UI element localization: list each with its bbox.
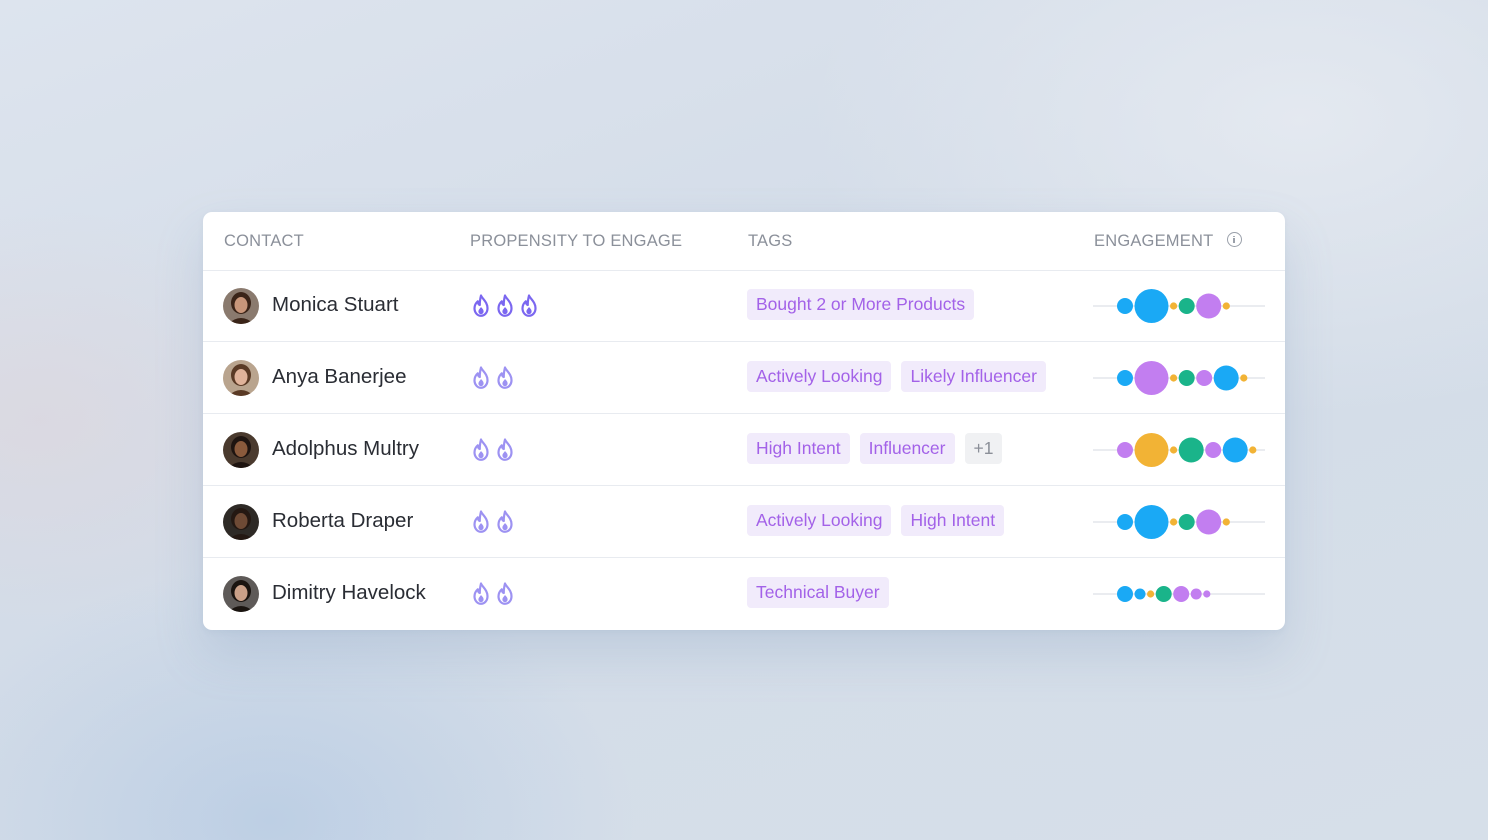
- engagement-bubble: [1196, 293, 1222, 319]
- engagement-bubble: [1117, 370, 1133, 386]
- tag-chip[interactable]: Technical Buyer: [747, 577, 889, 608]
- engagement-bubble: [1178, 437, 1204, 463]
- contact-name[interactable]: Roberta Draper: [272, 509, 413, 533]
- table-row[interactable]: Dimitry Havelock Technical Buyer: [203, 558, 1285, 630]
- engagement-bubble: [1203, 590, 1211, 598]
- tag-chip[interactable]: High Intent: [747, 433, 850, 464]
- engagement-bubble: [1134, 289, 1169, 323]
- engagement-bubble: [1178, 514, 1195, 530]
- engagement-bubble: [1178, 370, 1195, 386]
- contact-name[interactable]: Monica Stuart: [272, 293, 398, 317]
- flame-icon: [472, 366, 490, 390]
- engagement-bubble: [1190, 588, 1202, 600]
- tag-list: Bought 2 or More Products: [747, 289, 975, 321]
- column-header-contact[interactable]: CONTACT: [224, 232, 304, 251]
- engagement-bubble: [1170, 374, 1178, 382]
- tag-list: Actively Looking Likely Influencer: [747, 361, 1046, 393]
- flame-icon: [496, 366, 514, 390]
- tag-chip[interactable]: Actively Looking: [747, 361, 892, 392]
- engagement-timeline[interactable]: [1093, 432, 1265, 468]
- flame-icon: [496, 294, 514, 318]
- tag-list: Technical Buyer: [747, 577, 889, 609]
- flame-icon: [472, 294, 490, 318]
- engagement-timeline[interactable]: [1093, 504, 1265, 540]
- engagement-timeline[interactable]: [1093, 360, 1265, 396]
- engagement-bubble: [1178, 298, 1195, 314]
- engagement-bubble: [1196, 509, 1222, 535]
- table-header: CONTACT PROPENSITY TO ENGAGE TAGS ENGAGE…: [203, 212, 1285, 271]
- avatar: [223, 288, 259, 324]
- info-icon[interactable]: [1227, 232, 1242, 247]
- engagement-bubble: [1134, 361, 1169, 395]
- contact-name[interactable]: Anya Banerjee: [272, 365, 406, 389]
- tag-list: Actively Looking High Intent: [747, 505, 1005, 537]
- engagement-timeline[interactable]: [1093, 288, 1265, 324]
- avatar: [223, 576, 259, 612]
- engagement-bubble: [1117, 442, 1133, 458]
- flame-icon: [496, 582, 514, 606]
- flame-icon: [496, 438, 514, 462]
- engagement-bubble: [1155, 586, 1172, 602]
- engagement-bubble: [1240, 374, 1248, 382]
- tag-chip[interactable]: Influencer: [859, 433, 955, 464]
- engagement-bubble: [1117, 514, 1133, 530]
- table-row[interactable]: Roberta Draper Actively Looking High Inten…: [203, 486, 1285, 558]
- engagement-bubble: [1196, 370, 1213, 386]
- column-header-engagement[interactable]: ENGAGEMENT: [1094, 232, 1213, 251]
- tag-chip[interactable]: Bought 2 or More Products: [747, 289, 975, 320]
- contact-name[interactable]: Dimitry Havelock: [272, 581, 426, 605]
- column-header-propensity[interactable]: PROPENSITY TO ENGAGE: [470, 232, 682, 251]
- table-row[interactable]: Adolphus Multry High Intent Influencer +1: [203, 414, 1285, 486]
- engagement-bubble: [1134, 588, 1146, 600]
- engagement-bubble: [1134, 505, 1169, 539]
- tag-chip[interactable]: Likely Influencer: [901, 361, 1046, 392]
- flame-icon: [496, 510, 514, 534]
- engagement-bubble: [1170, 302, 1178, 310]
- engagement-bubble: [1205, 442, 1222, 458]
- avatar: [223, 432, 259, 468]
- contact-name[interactable]: Adolphus Multry: [272, 437, 419, 461]
- engagement-bubble: [1173, 586, 1190, 602]
- engagement-bubble: [1222, 518, 1230, 526]
- engagement-timeline[interactable]: [1093, 576, 1265, 612]
- engagement-bubble: [1134, 433, 1169, 467]
- engagement-bubble: [1222, 302, 1230, 310]
- engagement-bubble: [1170, 518, 1178, 526]
- tag-chip[interactable]: High Intent: [901, 505, 1005, 536]
- flame-icon: [472, 510, 490, 534]
- flame-icon: [472, 582, 490, 606]
- column-header-tags[interactable]: TAGS: [748, 232, 793, 251]
- engagement-bubble: [1170, 446, 1178, 454]
- engagement-bubble: [1147, 590, 1155, 598]
- tag-list: High Intent Influencer +1: [747, 433, 1003, 465]
- engagement-bubble: [1222, 437, 1248, 463]
- contacts-table: CONTACT PROPENSITY TO ENGAGE TAGS ENGAGE…: [203, 212, 1285, 630]
- avatar: [223, 360, 259, 396]
- engagement-bubble: [1117, 298, 1133, 314]
- table-row[interactable]: Anya Banerjee Actively Looking Likely Infl…: [203, 342, 1285, 414]
- engagement-bubble: [1117, 586, 1133, 602]
- flame-icon: [520, 294, 538, 318]
- avatar: [223, 504, 259, 540]
- flame-icon: [472, 438, 490, 462]
- table-row[interactable]: Monica Stuart Bought 2 or More Products: [203, 270, 1285, 342]
- engagement-bubble: [1213, 365, 1239, 391]
- engagement-bubble: [1249, 446, 1257, 454]
- more-tags-chip[interactable]: +1: [964, 433, 1003, 464]
- tag-chip[interactable]: Actively Looking: [747, 505, 892, 536]
